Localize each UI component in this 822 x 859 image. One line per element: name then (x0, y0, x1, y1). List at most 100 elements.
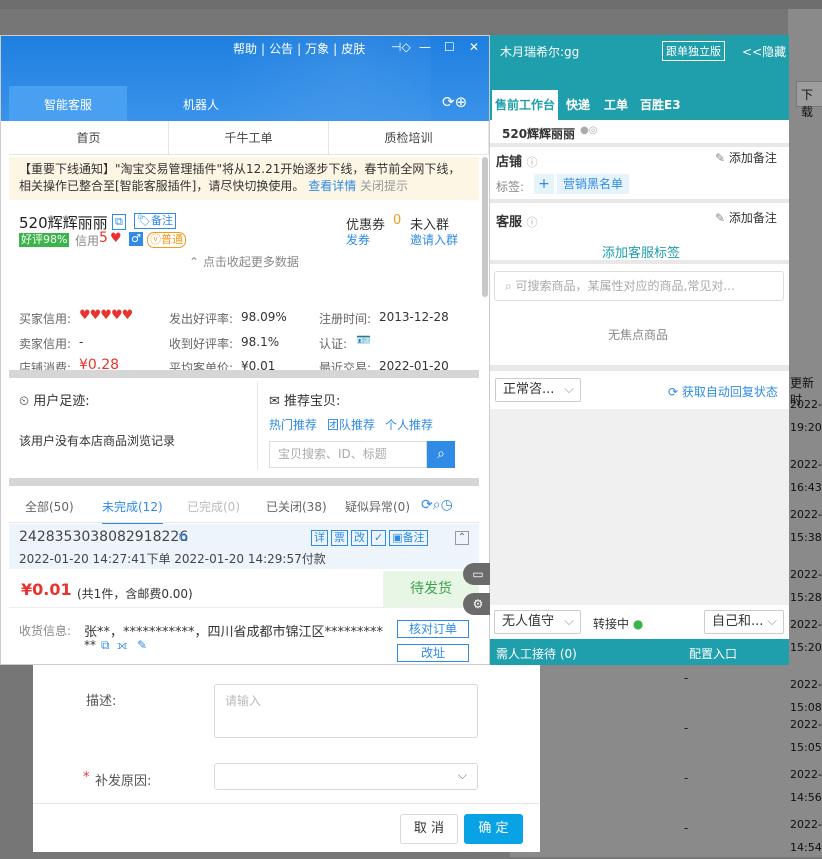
footprint-recommend: ⏲ 用户足迹: 该用户没有本店商品浏览记录 ✉ 推荐宝贝: 热门推荐 团队推荐 … (9, 378, 479, 478)
message-float-icon[interactable]: ▭ (463, 563, 493, 585)
scrollbar[interactable] (482, 157, 488, 297)
product-search-input[interactable]: 宝贝搜索、ID、标题 (269, 441, 427, 468)
duty-select[interactable]: 无人值守 ⌵ (494, 610, 581, 634)
check-order-button[interactable]: 核对订单 (397, 620, 469, 638)
background-date-time: 16:43: (790, 481, 822, 494)
copy-icon[interactable]: ⧉ (112, 214, 126, 230)
order-tab[interactable]: 全部(50) (25, 498, 74, 515)
info-key: 买家信用: (19, 312, 72, 326)
note-badge[interactable]: 🏷备注 (134, 213, 176, 229)
customer-nick: 520辉辉丽丽 (502, 127, 576, 141)
nav-quality[interactable]: 质检培训 (329, 121, 489, 154)
copy-icon[interactable]: ⧉ (101, 638, 110, 653)
edit-button[interactable]: 改 (351, 530, 368, 546)
background-date-time: 15:05: (790, 741, 822, 754)
background-date-time: 15:20: (790, 641, 822, 654)
detail-button[interactable]: 详 (311, 530, 328, 546)
background-date-day: 2022- (790, 678, 822, 691)
add-tag-icon[interactable]: + (534, 174, 554, 194)
menu-wanxiang[interactable]: 万象 (305, 42, 329, 56)
background-download-button[interactable]: 下载 (796, 81, 822, 119)
independent-button[interactable]: 跟单独立版 (662, 41, 725, 61)
hot-recommend-link[interactable]: 热门推荐 (269, 416, 317, 433)
order-card: 2428353038082918226 ⧉ 详票改 ✓ ▣备注 ⌃ 2022-01-… (9, 524, 479, 664)
menu-notice[interactable]: 公告 (269, 42, 293, 56)
invoice-button[interactable]: 票 (331, 530, 348, 546)
refresh-add-icons[interactable]: ⟳⊕ (442, 93, 467, 111)
tab-presale[interactable]: 售前工作台 (492, 90, 559, 120)
search-icon[interactable]: ⌕ (427, 441, 455, 468)
need-manual-link[interactable]: 需人工接待 (0) (496, 645, 577, 662)
nav-workorder[interactable]: 千牛工单 (169, 121, 329, 154)
background-date-time: 15:38: (790, 531, 822, 544)
consult-select[interactable]: 正常咨... ⌵ (495, 378, 581, 402)
order-note-label: 备注 (402, 531, 425, 544)
dialog-divider (33, 803, 540, 804)
transfer-label: 转接中 (593, 617, 630, 631)
order-tab[interactable]: 已完成(0) (187, 498, 240, 515)
change-address-button[interactable]: 改址 (397, 644, 469, 662)
status-dot-icon: ● (632, 617, 644, 631)
personal-recommend-link[interactable]: 个人推荐 (385, 416, 433, 433)
add-note-label: 添加备注 (728, 151, 777, 165)
reason-select[interactable]: ⌵ (214, 763, 478, 790)
self-select[interactable]: 自己和... ⌵ (704, 610, 784, 634)
tag-blacklist[interactable]: 营销黑名单 (557, 174, 630, 194)
pin-icon[interactable]: ⊣◇ (391, 40, 411, 54)
order-tab[interactable]: 已关闭(38) (266, 498, 327, 515)
menu-skin[interactable]: 皮肤 (341, 42, 365, 56)
credit-value: 5 (99, 230, 108, 246)
consult-select-value: 正常咨... (503, 382, 555, 397)
info-value: ♥♥♥♥♥ (79, 308, 133, 323)
chevron-down-icon: ⌵ (564, 382, 574, 397)
divider (9, 607, 479, 608)
address-tail: ** (84, 638, 96, 652)
tab-robot[interactable]: 机器人 (161, 86, 241, 121)
notice-close-link[interactable]: 关闭提示 (360, 179, 408, 193)
minimize-icon[interactable]: — (419, 40, 431, 54)
send-coupon-link[interactable]: 发券 (346, 231, 370, 248)
dash-cell: - (684, 771, 689, 785)
add-note-label: 添加备注 (728, 211, 777, 225)
service-add-note[interactable]: ✎ 添加备注 (715, 209, 777, 226)
maximize-icon[interactable]: ☐ (444, 40, 455, 54)
product-search-input[interactable]: ⌕ 可搜索商品，某属性对应的商品,常见对... (494, 271, 784, 301)
followup-header: 木月瑞希尔:gg 跟单独立版 <<隐藏 (490, 35, 789, 90)
order-tab[interactable]: 未完成(12) (102, 498, 163, 525)
invite-group-link[interactable]: 邀请入群 (410, 231, 458, 248)
nav-home[interactable]: 首页 (9, 121, 169, 154)
config-entry-link[interactable]: 配置入口 (689, 645, 737, 662)
notice-detail-link[interactable]: 查看详情 (308, 179, 356, 193)
confirm-button[interactable]: 确 定 (464, 814, 523, 844)
panel-header: 帮助 | 公告 | 万象 | 皮肤 ⊣◇ — ☐ ✕ 智能客服 机器人 ⟳⊕ (1, 36, 489, 121)
edit-icon: ✎ (715, 211, 726, 225)
tab-express[interactable]: 快递 (566, 90, 590, 120)
order-note-button[interactable]: ▣备注 (389, 530, 428, 546)
order-tabs: 全部(50) 未完成(12) 已完成(0) 已关闭(38) 疑似异常(0) (9, 487, 479, 525)
tab-workorder[interactable]: 工单 (604, 90, 628, 120)
close-icon[interactable]: ✕ (469, 40, 479, 54)
check-button[interactable]: ✓ (371, 530, 387, 546)
menu-help[interactable]: 帮助 (233, 42, 257, 56)
gear-icon[interactable]: ⚙ (463, 593, 493, 615)
team-recommend-link[interactable]: 团队推荐 (327, 416, 375, 433)
cancel-button[interactable]: 取 消 (400, 814, 458, 844)
tab-baisheng[interactable]: 百胜E3 (640, 90, 681, 120)
desc-textarea[interactable]: 请输入 (214, 684, 478, 738)
tab-smart-service[interactable]: 智能客服 (9, 86, 127, 121)
shop-add-note[interactable]: ✎ 添加备注 (715, 149, 777, 166)
collapse-icon[interactable]: ⌃ (455, 531, 469, 545)
copy-icon[interactable]: ⧉ (179, 530, 188, 545)
edit-address-icon[interactable]: ✎ (137, 638, 147, 652)
hide-button[interactable]: <<隐藏 (742, 43, 786, 60)
chat-icons[interactable]: ●◎ (580, 125, 597, 136)
auto-reply-label: 获取自动回复状态 (681, 385, 778, 399)
glasses-icon[interactable]: ⟗ (117, 638, 128, 653)
add-service-tag-link[interactable]: 添加客服标签 (602, 242, 680, 261)
duty-select-value: 无人值守 (502, 614, 555, 629)
refresh-search-history-icons[interactable]: ⟳⌕◷ (421, 497, 453, 513)
collapse-toggle[interactable]: ⌃ 点击收起更多数据 (189, 253, 299, 270)
order-tab[interactable]: 疑似异常(0) (345, 498, 410, 515)
background-date-time: 14:54: (790, 841, 822, 854)
auto-reply-link[interactable]: ⟳ 获取自动回复状态 (668, 383, 778, 400)
